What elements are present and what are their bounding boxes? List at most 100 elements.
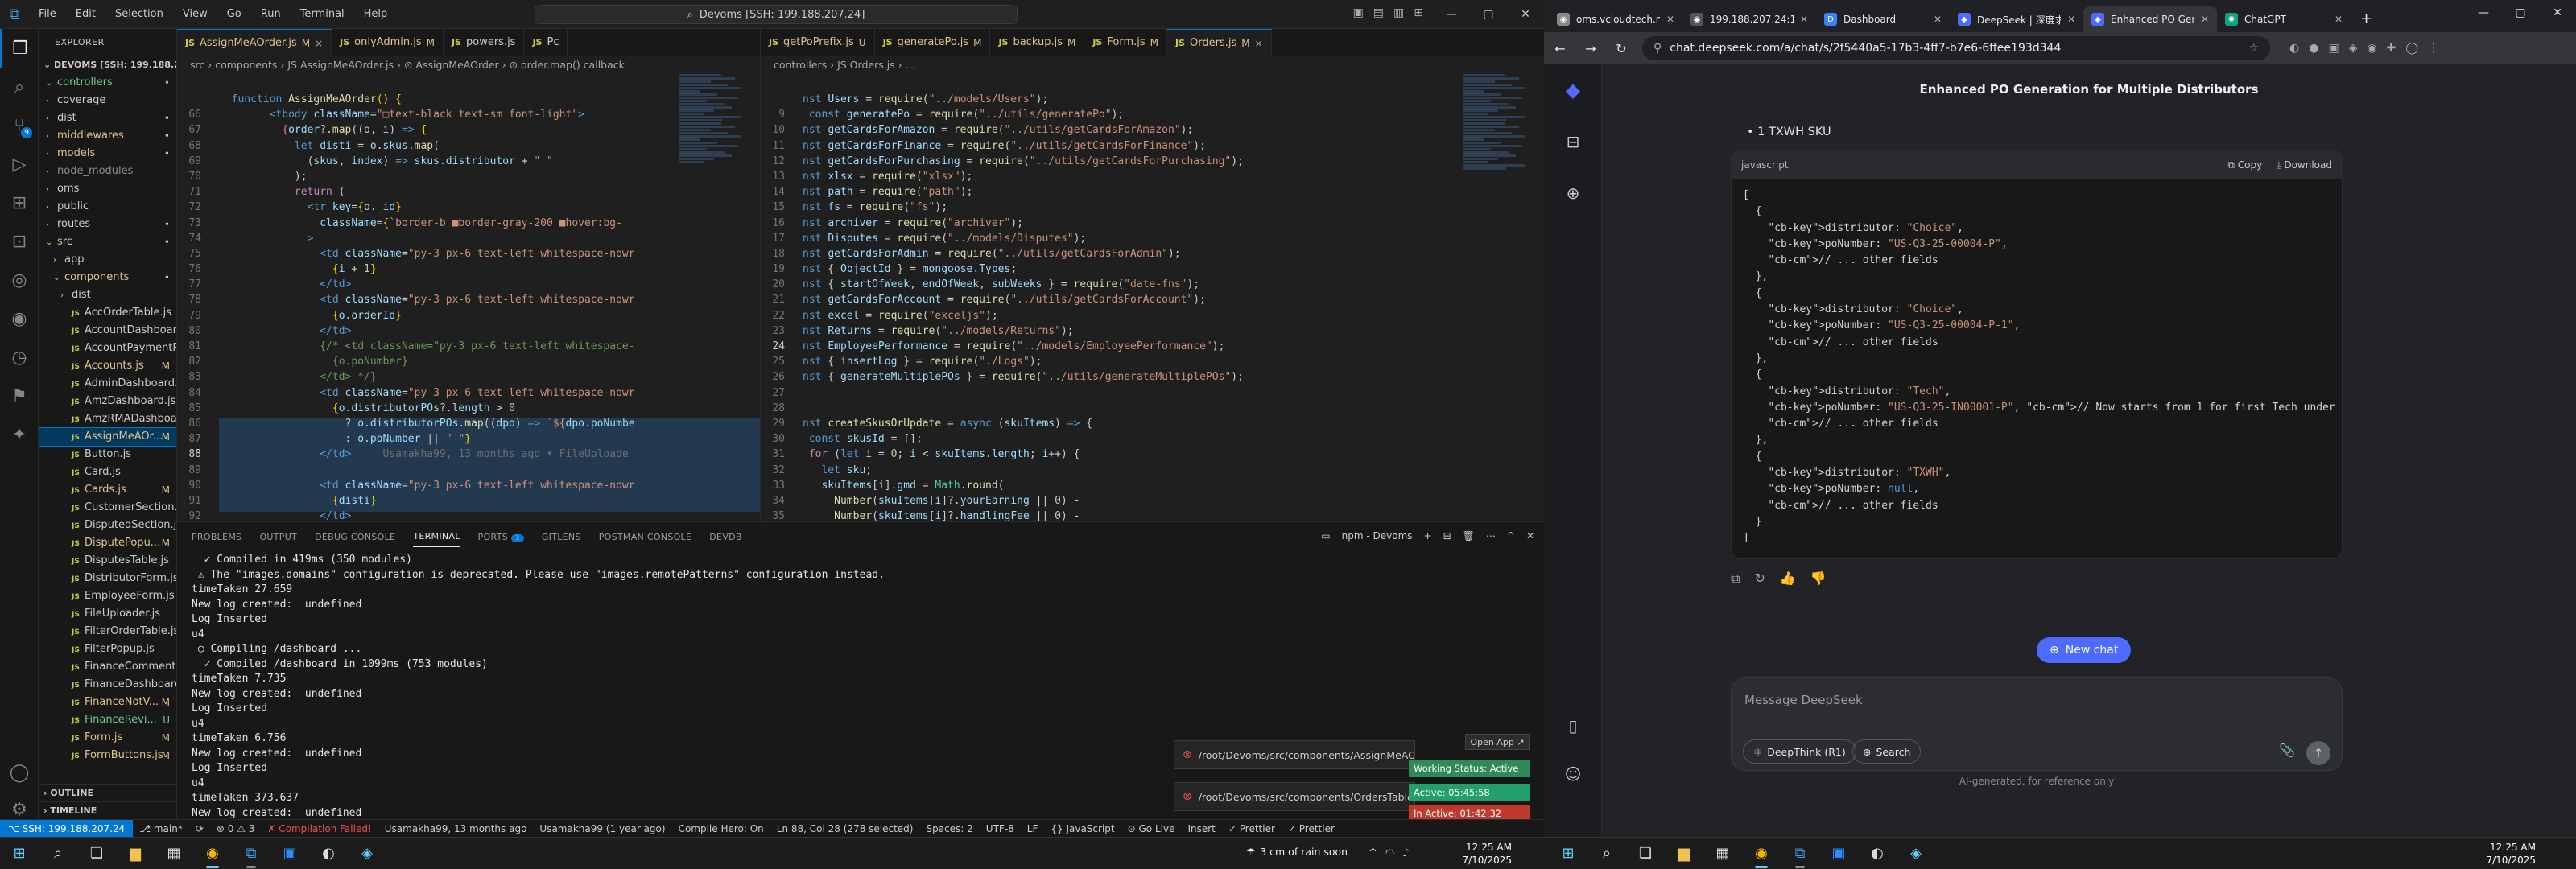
code-line[interactable]: 22 nst excel = require("exceljs");: [761, 308, 1544, 323]
encoding[interactable]: UTF-8: [980, 823, 1021, 834]
minimize-icon[interactable]: —: [1433, 8, 1470, 21]
deepseek-logo-icon[interactable]: ◆: [1544, 64, 1602, 116]
breadcrumb-left[interactable]: src › components › JS AssignMeAOrder.js …: [177, 56, 760, 74]
timeline-section[interactable]: › TIMELINE: [39, 801, 176, 819]
folder-item[interactable]: ⌄ controllers •: [39, 74, 176, 92]
code-line[interactable]: 23 nst Returns = require("../models/Retur…: [761, 323, 1544, 339]
code-line[interactable]: 34 Number(skuItems[i]?.yourEarning || 0)…: [761, 493, 1544, 509]
code-line[interactable]: 32 let sku;: [761, 463, 1544, 478]
attach-icon[interactable]: 📎: [2279, 743, 2295, 758]
code-line[interactable]: 25 nst { insertLog } = require("./Logs");: [761, 354, 1544, 369]
chrome-icon[interactable]: ◉: [1742, 838, 1781, 869]
browser-tab[interactable]: ✺ ChatGPT ✕: [2217, 6, 2351, 32]
tab-close-icon[interactable]: ✕: [2067, 14, 2075, 25]
site-info-icon[interactable]: ⚲: [1653, 42, 1662, 55]
docker-icon[interactable]: ⚑: [0, 377, 39, 415]
code-line[interactable]: 84 <td className="py-3 px-6 text-left wh…: [177, 385, 760, 401]
browser-tab[interactable]: ◆ DeepSeek | 深度求 ✕: [1950, 6, 2083, 32]
tab-close-icon[interactable]: ✕: [2334, 14, 2343, 25]
go-live-button[interactable]: ⊙ Go Live: [1121, 823, 1182, 834]
message-input[interactable]: Message DeepSeek: [1744, 693, 1863, 707]
explorer-icon[interactable]: ❐: [0, 29, 39, 68]
regenerate-icon[interactable]: ↻: [1754, 570, 1765, 587]
code-line[interactable]: 72 <tr key={o._id}: [177, 200, 760, 215]
code-line[interactable]: 76 {i + 1}: [177, 262, 760, 277]
vscode-icon[interactable]: ⧉: [1781, 838, 1819, 869]
message-input-box[interactable]: Message DeepSeek ⚛ DeepThink (R1) ⊕ Sear…: [1731, 677, 2343, 771]
code-line[interactable]: 91 {disti}: [177, 493, 760, 509]
file-item[interactable]: JS Cards.js M: [39, 481, 176, 499]
code-line[interactable]: 82 {o.poNumber}: [177, 354, 760, 369]
maximize-icon[interactable]: ▢: [2502, 0, 2539, 26]
remote-explorer-icon[interactable]: ⊡: [0, 222, 39, 261]
file-item[interactable]: JS AssignMeAOr... M: [39, 427, 176, 447]
prettier-status[interactable]: ✓ Prettier: [1222, 823, 1282, 834]
code-line[interactable]: 90 <td className="py-3 px-6 text-left wh…: [177, 478, 760, 493]
code-line[interactable]: 81 {/* <td className="py-3 px-6 text-lef…: [177, 339, 760, 354]
open-app-button[interactable]: Open App ↗: [1465, 734, 1530, 750]
folder-item[interactable]: ⌄ components •: [39, 269, 176, 286]
editor-tab[interactable]: JS Form.js M: [1084, 29, 1167, 56]
code-line[interactable]: 28: [761, 401, 1544, 416]
file-item[interactable]: JS CustomerSection.js: [39, 499, 176, 517]
deepthink-toggle[interactable]: ⚛ DeepThink (R1): [1743, 739, 1856, 764]
tab-close-icon[interactable]: ✕: [1800, 14, 1808, 25]
taskbar-clock[interactable]: 12:25 AM 7/10/2025: [1462, 841, 1512, 867]
taskbar-clock[interactable]: 12:25 AM 7/10/2025: [2486, 841, 2536, 867]
file-item[interactable]: JS AmzDashboard.js: [39, 393, 176, 410]
windows-start-icon[interactable]: ⊞: [0, 838, 39, 869]
folder-item[interactable]: › coverage: [39, 92, 176, 109]
file-item[interactable]: JS AdminDashboard.js: [39, 375, 176, 393]
blame-info[interactable]: Usamakha99, 13 months ago: [378, 823, 534, 834]
user-avatar[interactable]: ☺: [1544, 748, 1602, 800]
tab-close-icon[interactable]: ✕: [1666, 14, 1674, 25]
timeline-icon[interactable]: ◷: [0, 338, 39, 377]
code-line[interactable]: 19 nst { ObjectId } = mongoose.Types;: [761, 262, 1544, 277]
search-toggle[interactable]: ⊕ Search: [1852, 739, 1922, 764]
code-line[interactable]: 13 nst xlsx = require("xlsx");: [761, 169, 1544, 184]
bookmark-star-icon[interactable]: ☆: [2248, 42, 2259, 55]
editor-tab[interactable]: JS Pc: [524, 29, 568, 56]
folder-item[interactable]: › routes •: [39, 216, 176, 233]
compile-hero-status[interactable]: Compile Hero: On: [672, 823, 770, 834]
back-icon[interactable]: ←: [1550, 41, 1570, 56]
close-icon[interactable]: ✕: [1507, 8, 1544, 21]
extension-icon[interactable]: ●: [2309, 42, 2318, 55]
code-line[interactable]: 88 </td> Usamakha99, 13 months ago • Fil…: [177, 447, 760, 462]
menu-item-terminal[interactable]: Terminal: [291, 0, 354, 29]
code-line[interactable]: 79 {o.orderId}: [177, 308, 760, 323]
wifi-icon[interactable]: ◠: [1385, 847, 1394, 859]
zoom-icon[interactable]: ▣: [1819, 838, 1858, 869]
search-icon[interactable]: ⌕: [39, 838, 77, 869]
browser-tab[interactable]: ◆ Enhanced PO Gen ✕: [2083, 6, 2217, 32]
store-icon[interactable]: ▦: [155, 838, 193, 869]
minimize-icon[interactable]: —: [2465, 0, 2502, 26]
minimap-right[interactable]: [1463, 74, 1533, 521]
reload-icon[interactable]: ↻: [1612, 41, 1631, 56]
code-line[interactable]: nst Users = require("../models/Users");: [761, 92, 1544, 107]
browser-tab[interactable]: D Dashboard ✕: [1816, 6, 1950, 32]
copy-button[interactable]: ⧉ Copy: [2227, 159, 2262, 171]
code-line[interactable]: 9 const generatePo = require("../utils/g…: [761, 107, 1544, 122]
app-icon-2[interactable]: ◈: [1897, 838, 1935, 869]
extension-icon[interactable]: ◉: [2367, 42, 2376, 55]
file-item[interactable]: JS Accounts.js M: [39, 357, 176, 375]
file-item[interactable]: JS DisputesTable.js: [39, 552, 176, 570]
panel-tab-output[interactable]: OUTPUT: [259, 532, 297, 542]
address-bar[interactable]: ⚲ chat.deepseek.com/a/chat/s/2f5440a5-17…: [1642, 36, 2270, 60]
compilation-status[interactable]: ✗ Compilation Failed!: [261, 823, 378, 834]
file-item[interactable]: JS FilterOrderTable.js: [39, 623, 176, 640]
chrome-icon[interactable]: ◉: [193, 838, 232, 869]
terminal-name[interactable]: npm - Devoms: [1342, 530, 1413, 542]
tab-close-icon[interactable]: ×: [1255, 30, 1263, 56]
file-item[interactable]: JS Card.js: [39, 463, 176, 481]
panel-tab-devdb[interactable]: DEVDB: [709, 532, 741, 542]
code-line[interactable]: 89: [177, 463, 760, 478]
panel-tab-problems[interactable]: PROBLEMS: [192, 532, 242, 542]
volume-icon[interactable]: ♪: [1402, 847, 1409, 859]
file-item[interactable]: JS Button.js: [39, 446, 176, 463]
close-icon[interactable]: ✕: [2539, 0, 2576, 26]
code-line[interactable]: 74 >: [177, 231, 760, 246]
code-editor-right[interactable]: nst Users = require("../models/Users"); 9…: [761, 92, 1544, 521]
code-line[interactable]: 66 <tbody className="□text-black text-sm…: [177, 107, 760, 122]
